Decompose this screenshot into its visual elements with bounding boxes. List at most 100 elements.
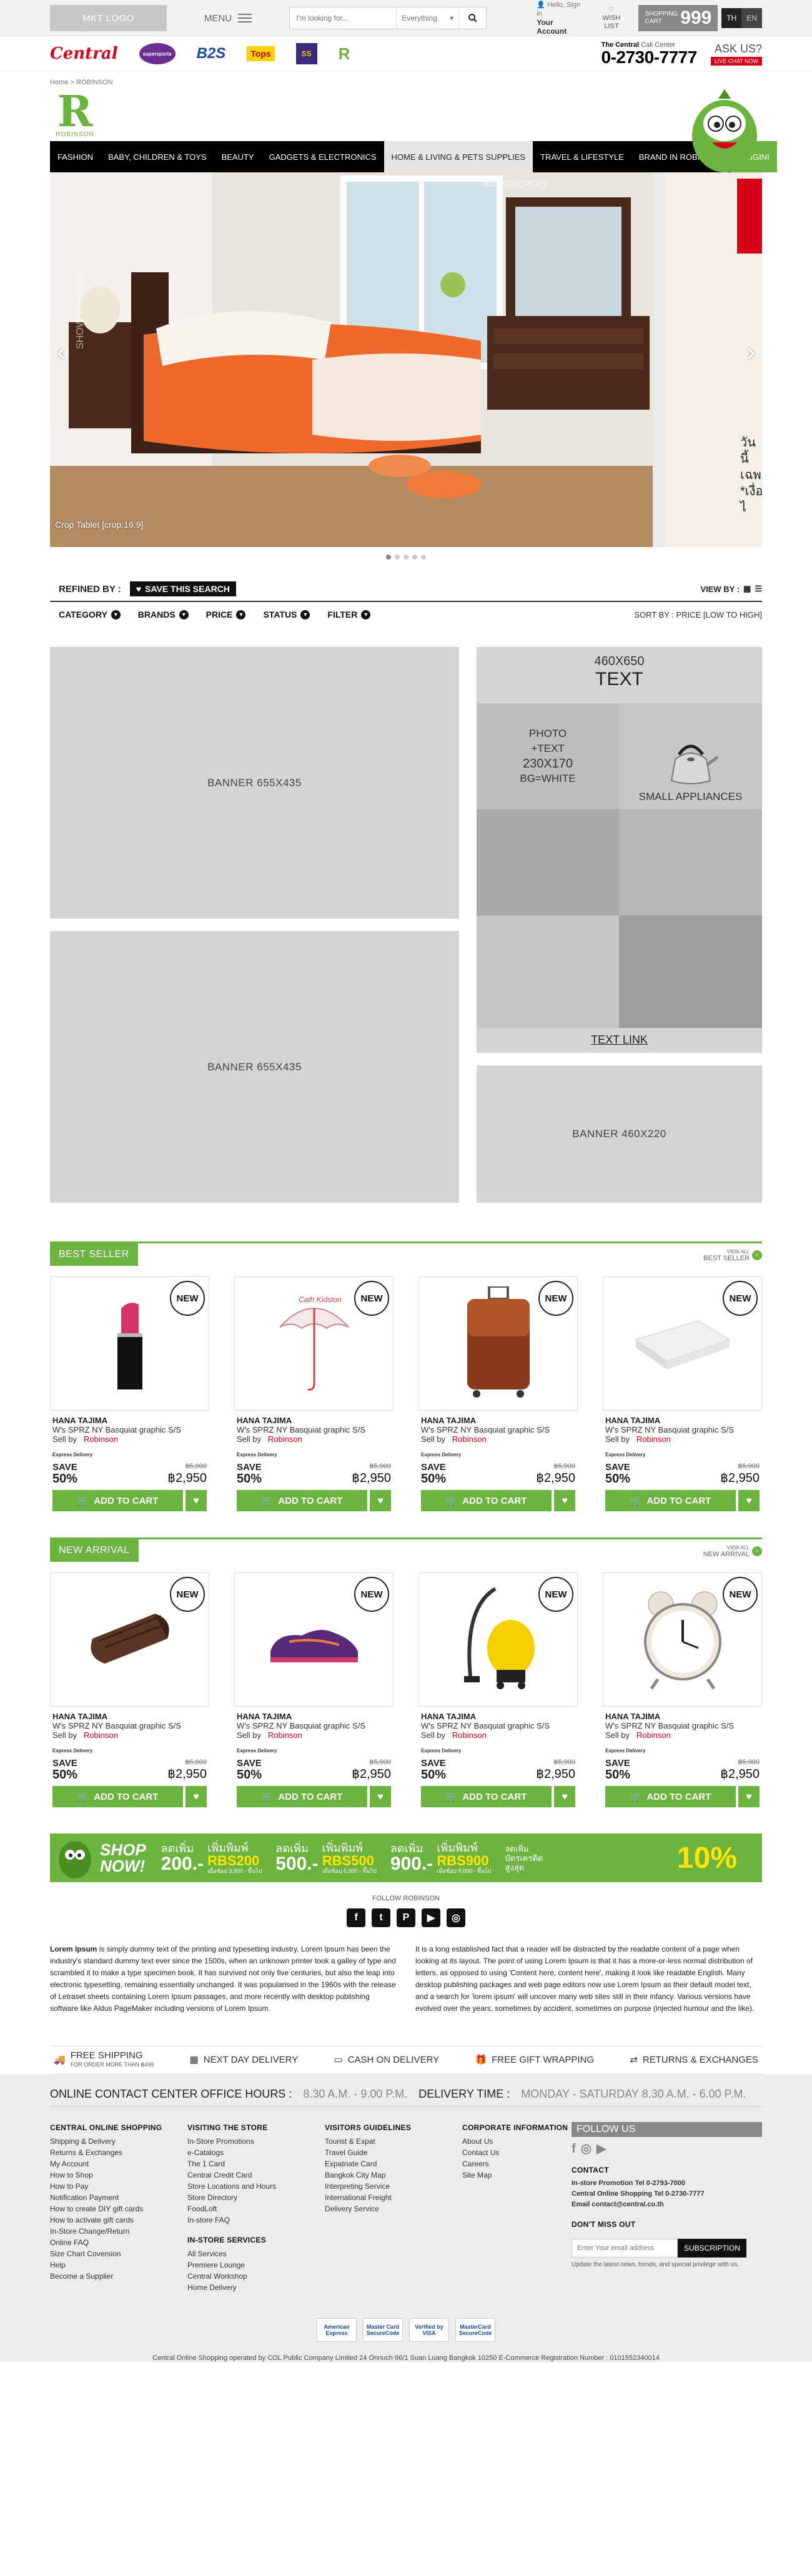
add-to-cart-button[interactable]: 🛒 ADD TO CART bbox=[52, 1786, 183, 1807]
twitter-icon[interactable]: t bbox=[372, 1908, 390, 1927]
youtube-icon[interactable]: ▶ bbox=[422, 1908, 440, 1927]
product-name[interactable]: W's SPRZ NY Basquiat graphic S/S bbox=[52, 1425, 207, 1434]
footer-link[interactable]: Store Locations and Hours bbox=[187, 2181, 325, 2192]
footer-link[interactable]: Home Delivery bbox=[187, 2282, 325, 2293]
product-name[interactable]: W's SPRZ NY Basquiat graphic S/S bbox=[605, 1425, 760, 1434]
footer-link[interactable]: Bangkok City Map bbox=[325, 2169, 462, 2181]
wishlist-heart-icon[interactable]: ♥ bbox=[738, 1786, 760, 1807]
filter-status[interactable]: STATUS ▼ bbox=[263, 609, 310, 619]
subscribe-button[interactable]: SUBSCRIPTION bbox=[678, 2239, 747, 2258]
footer-link[interactable]: My Account bbox=[50, 2158, 187, 2169]
seller-link[interactable]: Robinson bbox=[636, 1730, 671, 1740]
breadcrumb[interactable]: Home > ROBINSON bbox=[50, 79, 762, 86]
wish-list-button[interactable]: ♡ WISH LIST bbox=[600, 6, 624, 31]
menu-button[interactable]: MENU bbox=[204, 13, 252, 24]
brand-robinson[interactable]: R bbox=[339, 44, 350, 64]
nav-item-travel[interactable]: TRAVEL & LIFESTYLE bbox=[533, 141, 631, 172]
brand-tops[interactable]: Tops bbox=[247, 46, 275, 61]
carousel-dot[interactable] bbox=[404, 555, 408, 560]
banner-1[interactable]: BANNER 655X435 bbox=[50, 647, 459, 919]
wishlist-heart-icon[interactable]: ♥ bbox=[370, 1786, 391, 1807]
seller-link[interactable]: Robinson bbox=[84, 1730, 118, 1740]
live-chat-button[interactable]: LIVE CHAT NOW bbox=[710, 56, 762, 66]
service-free-shipping[interactable]: 🚚 FREE SHIPPING FOR ORDER MORE THAN ฿499 bbox=[54, 2051, 154, 2069]
product-image[interactable]: NEW bbox=[50, 1572, 209, 1707]
side-tile[interactable] bbox=[619, 809, 762, 915]
product-image[interactable]: NEW bbox=[50, 1276, 209, 1411]
footer-link[interactable]: Returns & Exchanges bbox=[50, 2147, 187, 2158]
instagram-icon[interactable]: ◎ bbox=[581, 2143, 592, 2155]
footer-link[interactable]: Site Map bbox=[462, 2169, 572, 2181]
nav-item-gadgets[interactable]: GADGETS & ELECTRONICS bbox=[262, 141, 384, 172]
product-image[interactable]: NEW bbox=[603, 1572, 762, 1707]
grid-view-icon[interactable]: ▦ bbox=[743, 584, 751, 594]
footer-link[interactable]: In-store FAQ bbox=[187, 2214, 325, 2226]
seller-link[interactable]: Robinson bbox=[452, 1434, 487, 1444]
nav-item-beauty[interactable]: BEAUTY bbox=[214, 141, 262, 172]
footer-link[interactable]: Shipping & Delivery bbox=[50, 2136, 187, 2147]
footer-link[interactable]: Central Workshop bbox=[187, 2271, 325, 2282]
side-tile[interactable] bbox=[477, 809, 619, 915]
footer-link[interactable]: How to activate gift cards bbox=[50, 2214, 187, 2226]
add-to-cart-button[interactable]: 🛒 ADD TO CART bbox=[421, 1490, 552, 1511]
product-image[interactable]: NEW bbox=[234, 1572, 394, 1707]
banner-2[interactable]: BANNER 655X435 bbox=[50, 931, 459, 1203]
wishlist-heart-icon[interactable]: ♥ bbox=[554, 1786, 575, 1807]
footer-link[interactable]: In-Store Change/Return bbox=[50, 2226, 187, 2237]
nav-item-fashion[interactable]: FASHION bbox=[50, 141, 101, 172]
instagram-icon[interactable]: ◎ bbox=[447, 1908, 465, 1927]
product-name[interactable]: W's SPRZ NY Basquiat graphic S/S bbox=[421, 1721, 575, 1730]
product-name[interactable]: W's SPRZ NY Basquiat graphic S/S bbox=[237, 1721, 391, 1730]
filter-category[interactable]: CATEGORY ▼ bbox=[59, 609, 121, 619]
seller-link[interactable]: Robinson bbox=[268, 1434, 302, 1444]
footer-link[interactable]: Store Directory bbox=[187, 2192, 325, 2203]
call-center-number[interactable]: 0-2730-7777 bbox=[602, 49, 698, 66]
hero-slide[interactable] bbox=[50, 172, 653, 547]
carousel-dot[interactable] bbox=[421, 555, 426, 560]
footer-link[interactable]: In-Store Promotions bbox=[187, 2136, 325, 2147]
contact-line[interactable]: Email contact@central.co.th bbox=[572, 2199, 762, 2210]
nav-item-home-living[interactable]: HOME & LIVING & PETS SUPPLIES bbox=[384, 141, 533, 172]
carousel-dot[interactable] bbox=[386, 555, 391, 560]
promo-strip[interactable]: SHOP NOW! ลดเพิ่ม 200.- เพิ่มพิมพ์ RBS200 เ… bbox=[50, 1833, 762, 1882]
wishlist-heart-icon[interactable]: ♥ bbox=[738, 1490, 760, 1511]
product-card[interactable]: Cath Kidston NEW HANA TAJIMA W's SPRZ NY… bbox=[234, 1276, 394, 1511]
seller-link[interactable]: Robinson bbox=[84, 1434, 118, 1444]
footer-link[interactable]: Contact Us bbox=[462, 2147, 572, 2158]
footer-link[interactable]: How to Pay bbox=[50, 2181, 187, 2192]
product-card[interactable]: NEW HANA TAJIMA W's SPRZ NY Basquiat gra… bbox=[50, 1572, 209, 1807]
product-image[interactable]: Cath Kidston NEW bbox=[234, 1276, 394, 1411]
add-to-cart-button[interactable]: 🛒 ADD TO CART bbox=[237, 1490, 367, 1511]
wishlist-heart-icon[interactable]: ♥ bbox=[554, 1490, 575, 1511]
ask-us[interactable]: ASK US? LIVE CHAT NOW bbox=[710, 42, 762, 66]
seller-link[interactable]: Robinson bbox=[268, 1730, 302, 1740]
footer-link[interactable]: Become a Supplier bbox=[50, 2271, 187, 2282]
product-card[interactable]: NEW HANA TAJIMA W's SPRZ NY Basquiat gra… bbox=[418, 1572, 578, 1807]
footer-link[interactable]: All Services bbox=[187, 2248, 325, 2259]
side-tile[interactable] bbox=[477, 915, 619, 1028]
carousel-dot[interactable] bbox=[395, 555, 400, 560]
newsletter-email-input[interactable] bbox=[572, 2239, 678, 2258]
carousel-dot[interactable] bbox=[412, 555, 417, 560]
pinterest-icon[interactable]: P bbox=[397, 1908, 415, 1927]
nav-item-baby[interactable]: BABY, CHILDREN & TOYS bbox=[101, 141, 214, 172]
product-name[interactable]: W's SPRZ NY Basquiat graphic S/S bbox=[421, 1425, 575, 1434]
text-link[interactable]: TEXT LINK bbox=[477, 1034, 762, 1047]
footer-link[interactable]: Delivery Service bbox=[325, 2203, 462, 2214]
filter-filter[interactable]: FILTER ▼ bbox=[327, 609, 371, 619]
product-name[interactable]: W's SPRZ NY Basquiat graphic S/S bbox=[605, 1721, 760, 1730]
footer-link[interactable]: Central Credit Card bbox=[187, 2169, 325, 2181]
brand-ss[interactable]: SS bbox=[295, 43, 317, 64]
footer-link[interactable]: How to create DIY gift cards bbox=[50, 2203, 187, 2214]
footer-link[interactable]: Careers bbox=[462, 2158, 572, 2169]
product-name[interactable]: W's SPRZ NY Basquiat graphic S/S bbox=[52, 1721, 207, 1730]
search-button[interactable] bbox=[458, 7, 486, 29]
wishlist-heart-icon[interactable]: ♥ bbox=[186, 1786, 207, 1807]
facebook-icon[interactable]: f bbox=[572, 2143, 576, 2155]
add-to-cart-button[interactable]: 🛒 ADD TO CART bbox=[237, 1786, 367, 1807]
service-gift[interactable]: 🎁 FREE GIFT WRAPPING bbox=[475, 2055, 594, 2065]
brand-supersports[interactable]: supersports bbox=[139, 43, 176, 64]
footer-link[interactable]: Interpreting Service bbox=[325, 2181, 462, 2192]
small-appliances-tile[interactable]: SMALL APPLIANCES bbox=[619, 703, 762, 809]
search-input[interactable] bbox=[290, 7, 397, 29]
